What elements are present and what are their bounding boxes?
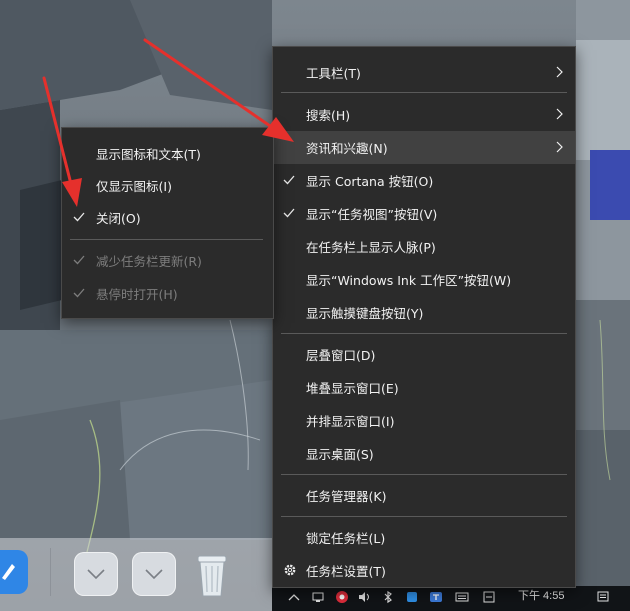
trash-icon[interactable] <box>188 548 236 600</box>
menu-item-label: 显示“Windows Ink 工作区”按钮(W) <box>306 273 512 288</box>
volume-icon[interactable] <box>357 590 371 604</box>
checkmark-icon <box>73 255 85 265</box>
checkmark-icon <box>73 212 85 222</box>
menu-item-label: 并排显示窗口(I) <box>306 414 395 429</box>
taskbar-context-menu: 工具栏(T) 搜索(H) 资讯和兴趣(N) 显示 Cortana 按钮(O) 显… <box>272 46 576 588</box>
menu-item-label: 显示“任务视图”按钮(V) <box>306 207 438 222</box>
network-icon[interactable] <box>311 590 325 604</box>
menu-item-side-by-side[interactable]: 并排显示窗口(I) <box>273 404 575 437</box>
menu-item-task-manager[interactable]: 任务管理器(K) <box>273 479 575 512</box>
dock-divider <box>50 548 51 596</box>
menu-separator <box>281 516 567 517</box>
menu-item-cascade-windows[interactable]: 层叠窗口(D) <box>273 338 575 371</box>
news-and-interests-submenu: 显示图标和文本(T) 仅显示图标(I) 关闭(O) 减少任务栏更新(R) 悬停时… <box>61 127 274 319</box>
ime-mode-icon[interactable] <box>482 590 496 604</box>
submenu-item-show-icon-only[interactable]: 仅显示图标(I) <box>62 169 273 202</box>
menu-item-show-desktop[interactable]: 显示桌面(S) <box>273 437 575 470</box>
menu-item-taskbar-settings[interactable]: 任务栏设置(T) <box>273 554 575 587</box>
menu-separator <box>281 474 567 475</box>
chevron-down-icon[interactable] <box>74 552 118 596</box>
chevron-right-icon <box>556 141 563 153</box>
checkmark-icon <box>283 208 295 218</box>
menu-item-news-and-interests[interactable]: 资讯和兴趣(N) <box>273 131 575 164</box>
submenu-item-reduce-updates: 减少任务栏更新(R) <box>62 244 273 277</box>
menu-item-show-people[interactable]: 在任务栏上显示人脉(P) <box>273 230 575 263</box>
chevron-right-icon <box>556 108 563 120</box>
menu-separator <box>70 239 263 240</box>
submenu-item-open-on-hover: 悬停时打开(H) <box>62 277 273 310</box>
menu-item-stack-windows[interactable]: 堆叠显示窗口(E) <box>273 371 575 404</box>
bluetooth-icon[interactable] <box>381 590 395 604</box>
input-method-icon[interactable] <box>429 590 443 604</box>
menu-item-search[interactable]: 搜索(H) <box>273 98 575 131</box>
menu-item-label: 锁定任务栏(L) <box>306 531 386 546</box>
checkmark-icon <box>73 288 85 298</box>
menu-item-label: 任务管理器(K) <box>306 489 387 504</box>
menu-item-toolbars[interactable]: 工具栏(T) <box>273 56 575 89</box>
submenu-item-turn-off[interactable]: 关闭(O) <box>62 201 273 234</box>
menu-separator <box>281 92 567 93</box>
menu-item-label: 任务栏设置(T) <box>306 564 386 579</box>
taskbar <box>272 586 630 611</box>
menu-item-label: 显示图标和文本(T) <box>96 147 201 162</box>
chevron-up-icon[interactable] <box>287 590 301 604</box>
menu-item-label: 显示桌面(S) <box>306 447 374 462</box>
checkmark-icon <box>283 175 295 185</box>
menu-item-label: 堆叠显示窗口(E) <box>306 381 399 396</box>
chevron-down-icon[interactable] <box>132 552 176 596</box>
menu-item-label: 仅显示图标(I) <box>96 179 172 194</box>
submenu-item-show-icon-and-text[interactable]: 显示图标和文本(T) <box>62 137 273 170</box>
menu-item-show-windows-ink[interactable]: 显示“Windows Ink 工作区”按钮(W) <box>273 263 575 296</box>
chevron-right-icon <box>556 66 563 78</box>
menu-item-label: 层叠窗口(D) <box>306 348 376 363</box>
menu-item-label: 悬停时打开(H) <box>96 287 178 302</box>
menu-item-label: 减少任务栏更新(R) <box>96 254 202 269</box>
gear-icon <box>284 564 296 576</box>
menu-separator <box>281 333 567 334</box>
menu-item-label: 工具栏(T) <box>306 66 361 81</box>
menu-item-show-cortana[interactable]: 显示 Cortana 按钮(O) <box>273 164 575 197</box>
tray-clock[interactable]: 下午 4:55 <box>518 587 564 603</box>
menu-item-lock-taskbar[interactable]: 锁定任务栏(L) <box>273 521 575 554</box>
menu-item-label: 关闭(O) <box>96 211 141 226</box>
menu-item-show-task-view[interactable]: 显示“任务视图”按钮(V) <box>273 197 575 230</box>
menu-item-label: 显示触摸键盘按钮(Y) <box>306 306 424 321</box>
menu-item-label: 资讯和兴趣(N) <box>306 141 388 156</box>
security-icon[interactable] <box>335 590 349 604</box>
menu-item-show-touch-keyboard[interactable]: 显示触摸键盘按钮(Y) <box>273 296 575 329</box>
menu-item-label: 搜索(H) <box>306 108 351 123</box>
notification-icon[interactable] <box>596 590 610 604</box>
keyboard-icon[interactable] <box>455 590 469 604</box>
app-icon[interactable] <box>405 590 419 604</box>
menu-item-label: 在任务栏上显示人脉(P) <box>306 240 436 255</box>
menu-item-label: 显示 Cortana 按钮(O) <box>306 174 434 189</box>
app-icon[interactable] <box>0 550 28 594</box>
